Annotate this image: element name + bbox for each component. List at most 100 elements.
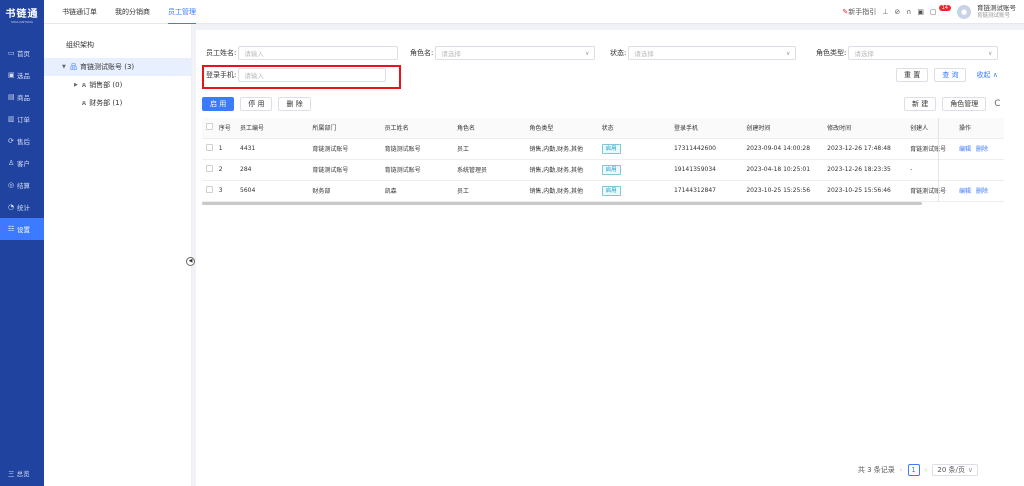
placeholder: 请选择: [854, 50, 874, 58]
table-cell: 2023-04-18 10:25:01: [742, 159, 824, 181]
prev-page-icon[interactable]: ‹: [900, 466, 903, 474]
sidebar-item-label: 客户: [17, 160, 30, 168]
emp-name-input[interactable]: 请输入: [238, 46, 399, 60]
chevron-down-icon: ∨: [987, 49, 993, 57]
horizontal-scrollbar[interactable]: [202, 202, 922, 205]
delete-link[interactable]: 删除: [976, 146, 988, 153]
role-type-label: 角色类型:: [816, 49, 847, 57]
row-actions: 编辑 删除: [955, 180, 1004, 202]
dept-icon: ጰ: [82, 80, 87, 89]
placeholder: 请输入: [244, 50, 264, 58]
column-header: 角色名: [453, 118, 526, 139]
overview-button[interactable]: 三 总览: [8, 468, 30, 478]
delete-link[interactable]: 删除: [976, 188, 988, 195]
row-checkbox[interactable]: [202, 180, 215, 202]
tree-node-finance[interactable]: ጰ 财务部 (1): [44, 94, 191, 112]
enable-button[interactable]: 启 用: [202, 97, 235, 111]
checkbox[interactable]: [206, 123, 213, 131]
tree-node-root[interactable]: ▼ 品 育链测试账号 (3): [44, 58, 191, 76]
link-icon[interactable]: ⊘: [894, 8, 900, 16]
delete-button[interactable]: 删 除: [278, 97, 311, 111]
table-cell: 2023-12-26 18:23:35: [823, 159, 907, 181]
table-cell: 育链测试账号: [906, 138, 956, 160]
total-records: 共 3 条记录: [857, 466, 895, 474]
sidebar-item-0[interactable]: ▭ 首页: [0, 42, 44, 64]
fixed-column-divider: [938, 118, 939, 202]
sidebar-item-label: 售后: [17, 138, 30, 146]
tree-node-label: 财务部 (1): [89, 99, 123, 107]
table-cell: 284: [236, 159, 309, 181]
sidebar-item-6[interactable]: ◎ 结算: [0, 174, 44, 196]
row-checkbox[interactable]: [202, 138, 215, 160]
role-select[interactable]: 请选择 ∨: [435, 46, 596, 60]
avatar[interactable]: ●: [957, 5, 971, 19]
top-bar: 书链通订单 我的分销商 员工管理 ✎新手指引 ⊥ ⊘ ∩ ▣ ▢ 14 ● 育链…: [44, 0, 1024, 24]
placeholder: 请选择: [634, 50, 654, 58]
expand-right-icon[interactable]: ▶: [74, 82, 82, 88]
checkbox[interactable]: [206, 186, 213, 193]
role-management-button[interactable]: 角色管理: [942, 97, 987, 111]
table-cell: 育链测试账号: [380, 159, 453, 181]
tab-orders[interactable]: 书链通订单: [62, 0, 97, 24]
sidebar-item-1[interactable]: ▣ 选品: [0, 64, 44, 86]
next-page-icon[interactable]: ›: [925, 466, 928, 474]
page-size-select[interactable]: 20 条/页 ∨: [932, 464, 978, 476]
org-panel: 组织架构 ▼ 品 育链测试账号 (3) ▶ ጰ 销售部 (0) ጰ 财务部 (1…: [44, 24, 192, 486]
edit-link[interactable]: 编辑: [959, 188, 971, 195]
guide-link[interactable]: ✎新手指引: [842, 7, 876, 17]
table-cell: 育链测试账号: [308, 138, 381, 160]
tab-distributors[interactable]: 我的分销商: [115, 0, 150, 24]
expand-down-icon[interactable]: ▼: [62, 64, 70, 70]
status-badge: 启用: [601, 143, 621, 154]
table-row[interactable]: 1 4431 育链测试账号 育链测试账号 员工 销售,内勤,财务,其他 启用 17311442…: [202, 138, 1004, 160]
sidebar-item-8[interactable]: ☷ 设置: [0, 218, 44, 240]
role-type-select[interactable]: 请选择 ∨: [848, 46, 999, 60]
column-header: 员工姓名: [380, 118, 453, 139]
table-row[interactable]: 2 284 育链测试账号 育链测试账号 系统管理员 销售,内勤,财务,其他 启用 191413…: [202, 159, 1004, 181]
checkbox[interactable]: [206, 165, 213, 172]
table-cell: 2023-09-04 14:00:28: [742, 138, 824, 160]
column-header: 登录手机: [669, 118, 743, 139]
refresh-icon[interactable]: C: [994, 99, 1000, 109]
highlight-box: [202, 65, 401, 89]
edit-link[interactable]: 编辑: [959, 146, 971, 153]
row-checkbox[interactable]: [202, 159, 215, 181]
user-info[interactable]: 育链测试账号 育链测试账号: [977, 4, 1016, 20]
sidebar-item-4[interactable]: ⟳ 售后: [0, 130, 44, 152]
org-title: 组织架构: [66, 41, 94, 49]
sidebar-item-7[interactable]: ◔ 统计: [0, 196, 44, 218]
collapse-toggle[interactable]: 收起 ∧: [972, 68, 1002, 82]
tree-node-sales[interactable]: ▶ ጰ 销售部 (0): [44, 76, 191, 94]
app-logo[interactable]: 书链通 SHULIANTONG: [0, 0, 44, 28]
status-badge: 启用: [601, 185, 621, 196]
page-number[interactable]: 1: [907, 464, 920, 476]
message-badge: 14: [938, 5, 951, 11]
select-all-checkbox[interactable]: [202, 118, 215, 139]
message-icon[interactable]: ▢: [930, 8, 937, 16]
status-select[interactable]: 请选择 ∨: [628, 46, 797, 60]
disable-button[interactable]: 停 用: [240, 97, 273, 111]
sidebar-item-2[interactable]: ▤ 商品: [0, 86, 44, 108]
nav-icon: ◎: [8, 181, 15, 189]
checkbox[interactable]: [206, 144, 213, 151]
download-icon[interactable]: ⊥: [882, 8, 888, 16]
sidebar-item-3[interactable]: ▥ 订单: [0, 108, 44, 130]
nav-icon: ☷: [8, 225, 15, 233]
new-button[interactable]: 新 建: [904, 97, 937, 111]
column-header: 创建时间: [742, 118, 824, 139]
nav-icon: ⟳: [8, 137, 14, 145]
reset-button[interactable]: 重 置: [896, 68, 929, 82]
tab-staff-management[interactable]: 员工管理: [168, 0, 196, 24]
headset-icon[interactable]: ∩: [906, 8, 911, 16]
table-row[interactable]: 3 5604 财务部 凯森 员工 销售,内勤,财务,其他 启用 17144312847 2023…: [202, 180, 1004, 202]
sidebar-item-5[interactable]: ♙ 客户: [0, 152, 44, 174]
table-cell: 系统管理员: [453, 159, 526, 181]
guide-label: 新手指引: [848, 8, 877, 16]
table-cell: 员工: [453, 138, 526, 160]
table-cell: 17311442600: [669, 138, 743, 160]
collapse-panel-icon[interactable]: ◀: [186, 257, 195, 266]
page-size-label: 20 条/页: [937, 466, 965, 474]
nav-icon: ▤: [8, 93, 15, 101]
query-button[interactable]: 查 询: [934, 68, 967, 82]
calendar-icon[interactable]: ▣: [917, 8, 924, 16]
